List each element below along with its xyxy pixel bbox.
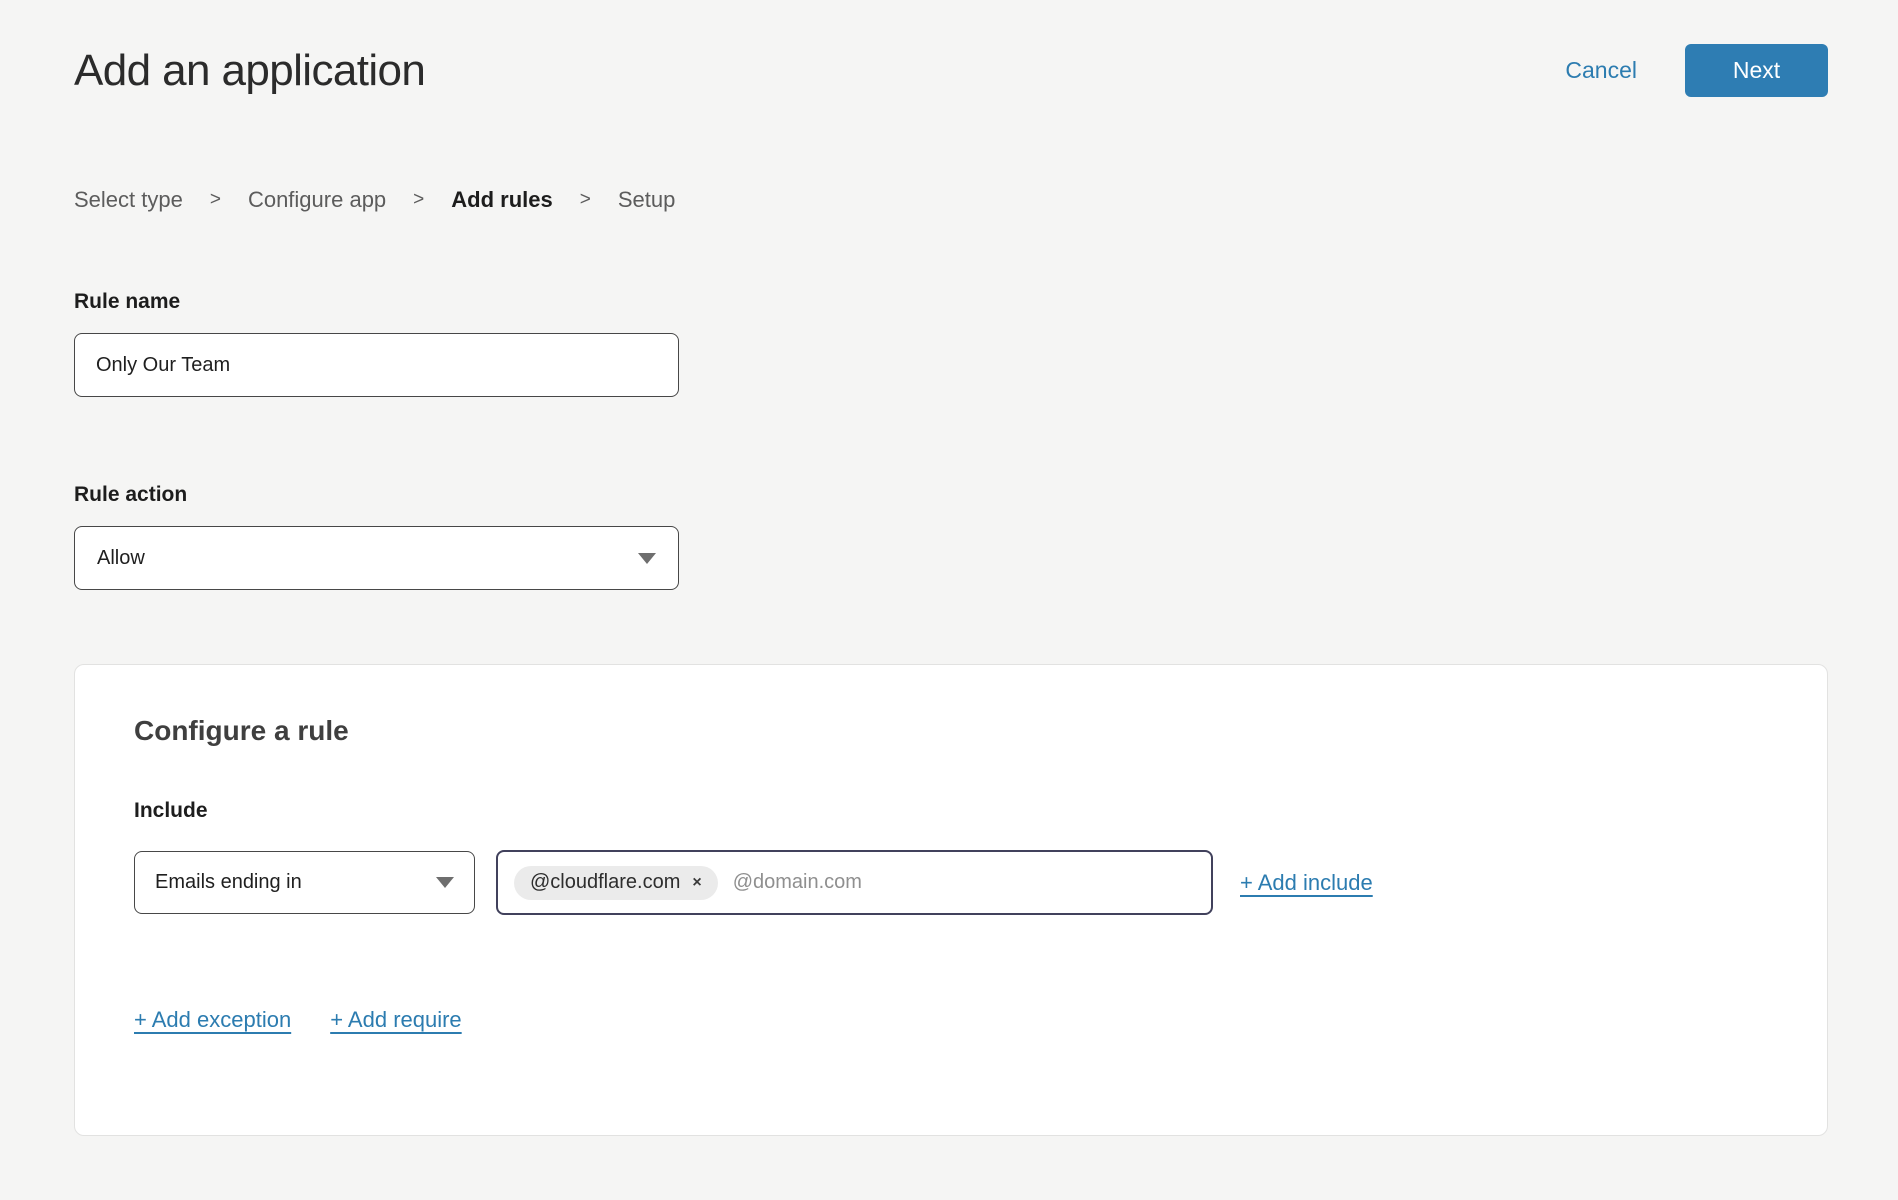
header-actions: Cancel Next bbox=[1565, 44, 1828, 97]
email-domain-tag-input[interactable]: @cloudflare.com × bbox=[496, 850, 1213, 915]
rule-action-selected-value: Allow bbox=[97, 547, 145, 570]
rule-name-label: Rule name bbox=[74, 290, 1828, 314]
breadcrumb-step-select-type[interactable]: Select type bbox=[74, 187, 183, 213]
configure-rule-card: Configure a rule Include Emails ending i… bbox=[74, 664, 1828, 1136]
rule-links-row: + Add exception + Add require bbox=[134, 1007, 1768, 1033]
add-require-link[interactable]: + Add require bbox=[330, 1007, 461, 1033]
breadcrumb-separator: > bbox=[413, 189, 424, 211]
email-domain-chip: @cloudflare.com × bbox=[514, 866, 718, 900]
rule-action-label: Rule action bbox=[74, 483, 1828, 507]
card-title: Configure a rule bbox=[134, 715, 1768, 747]
rule-action-select[interactable]: Allow bbox=[74, 526, 679, 590]
include-rule-row: Emails ending in @cloudflare.com × + Add… bbox=[134, 850, 1768, 915]
include-selector-value: Emails ending in bbox=[155, 871, 302, 894]
rule-name-input[interactable] bbox=[74, 333, 679, 397]
next-button[interactable]: Next bbox=[1685, 44, 1828, 97]
cancel-button[interactable]: Cancel bbox=[1565, 57, 1637, 84]
breadcrumb: Select type > Configure app > Add rules … bbox=[74, 187, 1828, 213]
add-application-page: Add an application Cancel Next Select ty… bbox=[0, 0, 1898, 1136]
remove-chip-icon[interactable]: × bbox=[692, 875, 701, 891]
breadcrumb-step-setup[interactable]: Setup bbox=[618, 187, 676, 213]
breadcrumb-separator: > bbox=[580, 189, 591, 211]
breadcrumb-separator: > bbox=[210, 189, 221, 211]
email-domain-chip-label: @cloudflare.com bbox=[530, 871, 680, 894]
breadcrumb-step-add-rules[interactable]: Add rules bbox=[451, 187, 552, 213]
chevron-down-icon bbox=[638, 553, 656, 564]
include-label: Include bbox=[134, 799, 1768, 823]
include-selector-dropdown[interactable]: Emails ending in bbox=[134, 851, 475, 914]
chevron-down-icon bbox=[436, 877, 454, 888]
page-title: Add an application bbox=[74, 46, 425, 96]
add-include-link[interactable]: + Add include bbox=[1240, 870, 1373, 896]
add-exception-link[interactable]: + Add exception bbox=[134, 1007, 291, 1033]
header: Add an application Cancel Next bbox=[74, 44, 1828, 97]
breadcrumb-step-configure-app[interactable]: Configure app bbox=[248, 187, 386, 213]
email-domain-input[interactable] bbox=[731, 870, 1195, 895]
